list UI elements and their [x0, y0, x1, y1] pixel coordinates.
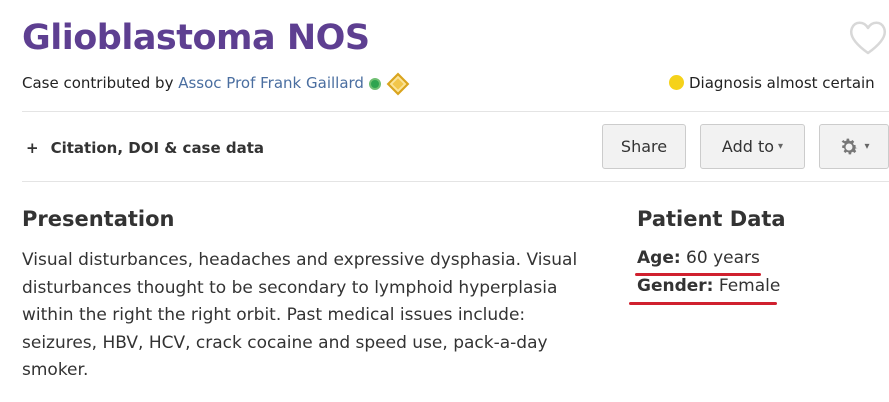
patient-age: Age: 60 years	[637, 248, 760, 268]
citation-label: Citation, DOI & case data	[50, 139, 265, 157]
yellow-dot-icon	[669, 75, 684, 90]
presentation-heading: Presentation	[22, 207, 175, 231]
age-label: Age:	[637, 248, 681, 268]
settings-button[interactable]: ▾	[819, 124, 889, 169]
divider	[22, 111, 889, 112]
plus-icon: +	[26, 139, 39, 157]
diamond-badge-icon	[386, 72, 410, 95]
diagnosis-certainty-label: Diagnosis almost certain	[689, 74, 875, 92]
gear-icon	[842, 138, 859, 154]
patient-data-heading: Patient Data	[637, 207, 786, 231]
gender-value: Female	[713, 276, 781, 296]
heart-icon[interactable]	[848, 18, 888, 56]
case-byline: Case contributed by Assoc Prof Frank Gai…	[22, 72, 410, 95]
add-to-button[interactable]: Add to ▾	[700, 124, 805, 169]
page-title: Glioblastoma NOS	[22, 18, 370, 58]
byline-prefix: Case contributed by	[22, 74, 179, 92]
green-dot-icon	[368, 77, 381, 90]
divider	[22, 181, 889, 182]
patient-gender: Gender: Female	[637, 276, 780, 296]
contributor-link[interactable]: Assoc Prof Frank Gaillard	[178, 74, 364, 92]
add-to-button-label: Add to	[721, 137, 775, 156]
citation-toggle[interactable]: + Citation, DOI & case data	[26, 139, 264, 157]
age-value: 60 years	[680, 248, 760, 268]
gender-annotation-underline	[629, 302, 777, 305]
caret-down-icon: ▾	[864, 141, 870, 152]
presentation-text: Visual disturbances, headaches and expre…	[22, 250, 578, 380]
diagnosis-certainty: Diagnosis almost certain	[669, 74, 875, 92]
share-button[interactable]: Share	[602, 124, 686, 169]
gender-label: Gender:	[637, 276, 714, 296]
caret-down-icon: ▾	[778, 141, 784, 152]
share-button-label: Share	[620, 137, 668, 156]
